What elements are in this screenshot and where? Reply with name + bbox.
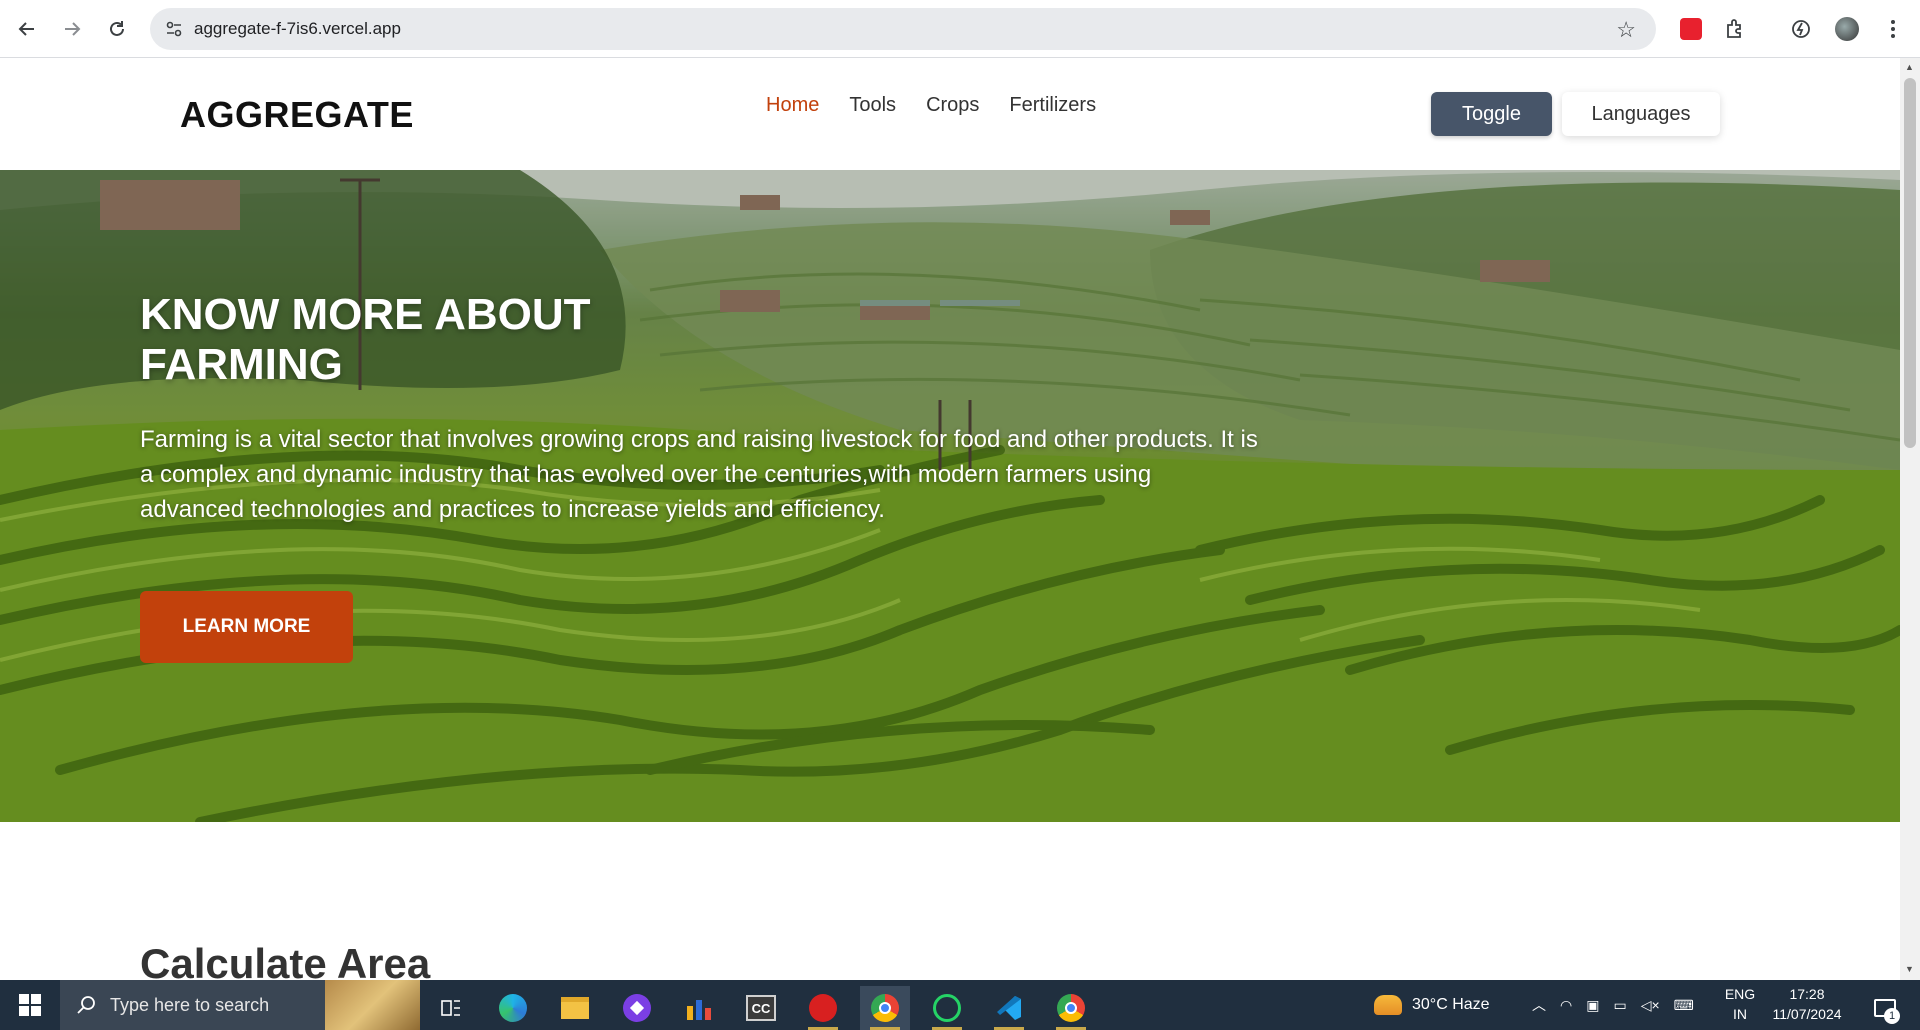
- page-scrollbar[interactable]: ▲ ▼: [1900, 58, 1920, 980]
- learn-more-button[interactable]: LEARN MORE: [140, 591, 353, 663]
- url-text: aggregate-f-7is6.vercel.app: [194, 19, 401, 38]
- search-icon: [77, 996, 95, 1014]
- chrome-active-icon[interactable]: [860, 986, 910, 1030]
- extensions-puzzle-icon[interactable]: [1720, 14, 1750, 44]
- camera-icon[interactable]: ▣: [1586, 997, 1599, 1014]
- weather-sun-icon: [1374, 995, 1402, 1015]
- chrome-second-icon[interactable]: [1046, 986, 1096, 1030]
- search-highlight-image: [325, 980, 420, 1030]
- windows-start-icon[interactable]: [10, 988, 50, 1022]
- main-nav: Home Tools Crops Fertilizers: [766, 94, 1096, 117]
- lang-top: ENG: [1724, 986, 1756, 1002]
- cc-app-icon[interactable]: CC: [736, 986, 786, 1030]
- browser-toolbar: aggregate-f-7is6.vercel.app ☆: [0, 0, 1920, 58]
- volume-muted-icon[interactable]: ◁×: [1641, 997, 1660, 1014]
- network-icon[interactable]: ◠: [1560, 997, 1572, 1014]
- scroll-down-arrow-icon[interactable]: ▼: [1905, 964, 1914, 974]
- nav-crops[interactable]: Crops: [926, 94, 979, 117]
- forward-icon[interactable]: [55, 12, 89, 46]
- languages-button[interactable]: Languages: [1562, 92, 1720, 136]
- lang-bottom: IN: [1733, 1006, 1747, 1022]
- profile-avatar[interactable]: [1832, 14, 1862, 44]
- hero-description: Farming is a vital sector that involves …: [140, 426, 1258, 523]
- scroll-thumb[interactable]: [1904, 78, 1916, 448]
- notification-badge: 1: [1884, 1008, 1900, 1024]
- clock[interactable]: 17:28 11/07/2024: [1766, 986, 1848, 1022]
- chart-app-icon[interactable]: [674, 986, 724, 1030]
- notification-center-icon[interactable]: 1: [1860, 986, 1910, 1030]
- bookmark-star-icon[interactable]: ☆: [1616, 17, 1636, 43]
- hero-title-line1: KNOW MORE ABOUT: [140, 290, 591, 339]
- back-icon[interactable]: [10, 12, 44, 46]
- clock-time: 17:28: [1789, 986, 1825, 1002]
- app-purple-icon[interactable]: [612, 986, 662, 1030]
- nav-tools[interactable]: Tools: [849, 94, 896, 117]
- task-view-icon[interactable]: [426, 986, 476, 1030]
- weather-text: 30°C Haze: [1412, 996, 1490, 1013]
- hero-banner: KNOW MORE ABOUT FARMING Farming is a vit…: [0, 170, 1900, 822]
- nav-fertilizers[interactable]: Fertilizers: [1009, 94, 1096, 117]
- hero-title-line2: FARMING: [140, 340, 343, 389]
- site-logo[interactable]: AGGREGATE: [180, 94, 414, 136]
- vscode-icon[interactable]: [984, 986, 1034, 1030]
- nav-home[interactable]: Home: [766, 94, 819, 117]
- whatsapp-icon[interactable]: [922, 986, 972, 1030]
- weather-widget[interactable]: 30°C Haze: [1374, 980, 1490, 1030]
- taskbar-search-input[interactable]: Type here to search: [60, 980, 420, 1030]
- extension-red-icon[interactable]: [1676, 14, 1706, 44]
- language-indicator[interactable]: ENG IN: [1720, 986, 1760, 1022]
- battery-icon[interactable]: ▭: [1613, 997, 1626, 1014]
- chrome-profile-red-icon[interactable]: [798, 986, 848, 1030]
- performance-icon[interactable]: [1786, 14, 1816, 44]
- windows-taskbar: Type here to search CC 30°C Haze ︿ ◠ ▣ ▭…: [0, 980, 1920, 1030]
- calculate-area-heading: Calculate Area: [140, 940, 431, 980]
- edge-browser-icon[interactable]: [488, 986, 538, 1030]
- site-header: AGGREGATE Home Tools Crops Fertilizers T…: [0, 58, 1900, 170]
- hero-title: KNOW MORE ABOUT FARMING: [140, 290, 740, 390]
- address-bar[interactable]: aggregate-f-7is6.vercel.app ☆: [150, 8, 1656, 50]
- reload-icon[interactable]: [100, 12, 134, 46]
- menu-kebab-icon[interactable]: [1878, 14, 1908, 44]
- search-placeholder: Type here to search: [110, 994, 270, 1015]
- system-tray: ︿ ◠ ▣ ▭ ◁× ⌨: [1532, 980, 1694, 1030]
- clock-date: 11/07/2024: [1772, 1006, 1842, 1022]
- file-explorer-icon[interactable]: [550, 986, 600, 1030]
- keyboard-icon[interactable]: ⌨: [1674, 997, 1694, 1014]
- web-page: AGGREGATE Home Tools Crops Fertilizers T…: [0, 58, 1900, 980]
- chevron-up-icon[interactable]: ︿: [1532, 995, 1546, 1015]
- scroll-up-arrow-icon[interactable]: ▲: [1905, 62, 1914, 72]
- site-info-icon[interactable]: [154, 8, 194, 50]
- toggle-button[interactable]: Toggle: [1431, 92, 1552, 136]
